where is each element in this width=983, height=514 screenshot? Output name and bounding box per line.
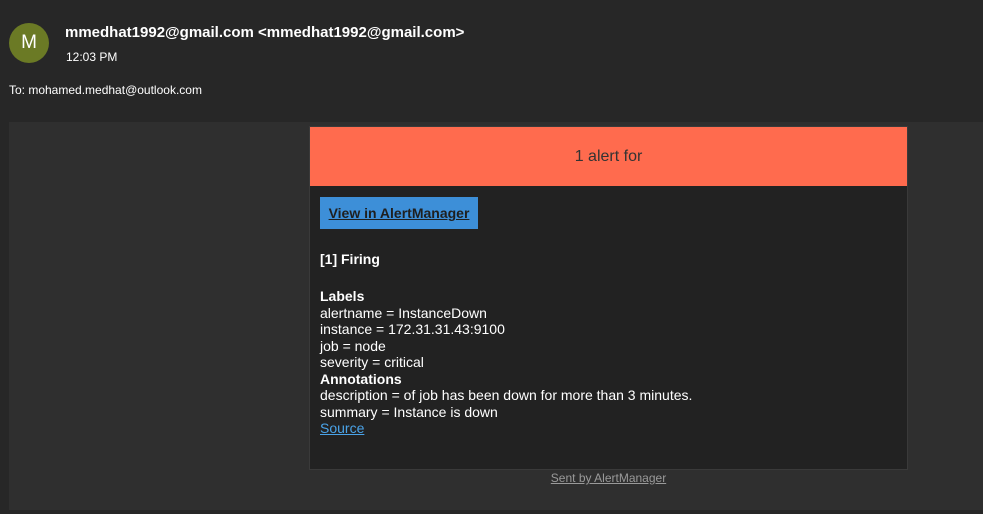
label-line: instance = 172.31.31.43:9100: [320, 321, 505, 337]
annotations-heading: Annotations: [320, 370, 402, 387]
alert-details: Labels alertname = InstanceDown instance…: [320, 288, 692, 437]
annotation-line: summary = Instance is down: [320, 403, 498, 420]
footer-link[interactable]: Sent by AlertManager: [309, 471, 908, 485]
labels-heading: Labels: [320, 288, 365, 304]
sent-time: 12:03 PM: [66, 50, 118, 64]
view-in-alertmanager-button[interactable]: View in AlertManager: [320, 197, 478, 229]
firing-title: [1] Firing: [320, 251, 380, 267]
label-line: severity = critical: [320, 354, 424, 370]
sender-address[interactable]: mmedhat1992@gmail.com <mmedhat1992@gmail…: [65, 24, 464, 41]
recipient-line: To: mohamed.medhat@outlook.com: [9, 83, 202, 97]
alert-card: 1 alert for View in AlertManager [1] Fir…: [309, 126, 908, 470]
source-link[interactable]: Source: [320, 420, 692, 437]
alert-banner: 1 alert for: [310, 127, 907, 186]
label-line: alertname = InstanceDown: [320, 304, 487, 321]
annotation-line: description = of job has been down for m…: [320, 387, 693, 403]
email-header: M mmedhat1992@gmail.com <mmedhat1992@gma…: [0, 0, 983, 122]
avatar: M: [9, 23, 49, 63]
label-line: job = node: [320, 337, 386, 354]
